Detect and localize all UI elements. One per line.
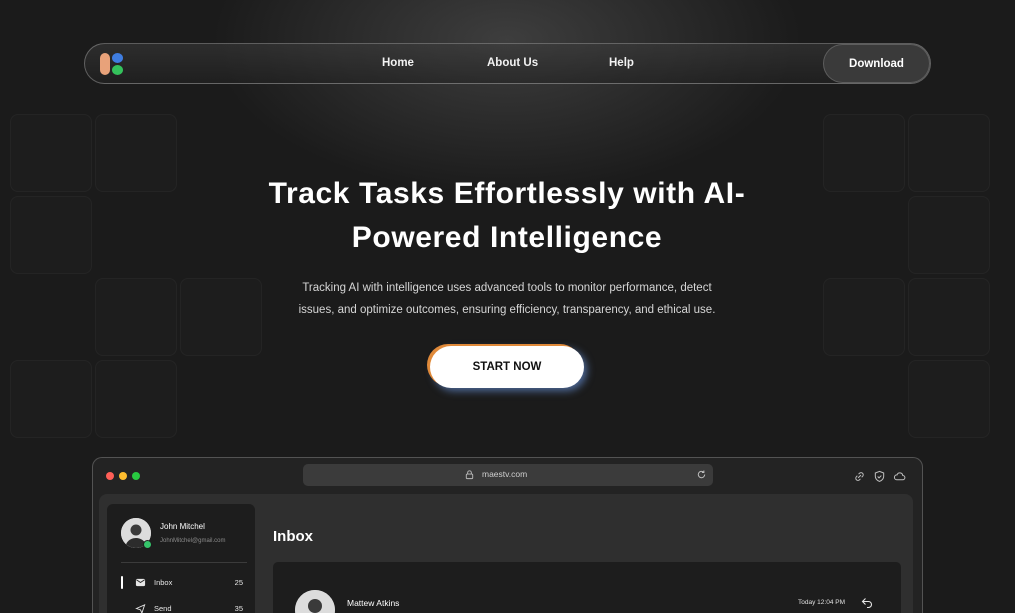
address-bar-url: maestv.com [482,469,528,479]
sidebar-divider [121,562,247,563]
bg-tile [180,278,262,356]
nav-link-about-us[interactable]: About Us [487,57,538,69]
sidebar-item-send[interactable]: Send 35 [121,602,247,613]
user-email: JohnMitchel@gmail.com [160,538,226,544]
link-icon[interactable] [853,470,866,483]
sidebar-item-label: Send [154,604,172,613]
hero-subtitle-line-2: issues, and optimize outcomes, ensuring … [298,304,716,316]
reload-icon[interactable] [696,469,707,480]
send-icon [135,603,146,613]
sender-avatar [295,590,335,613]
nav-link-help[interactable]: Help [609,57,634,69]
sender-portrait-icon [295,590,335,613]
bg-tile [95,278,177,356]
bg-tile [823,114,905,192]
message-sender: Mattew Atkins [347,598,400,608]
cloud-icon[interactable] [893,470,906,483]
message-time: Today 12:04 PM [798,599,845,606]
sidebar-item-label: Inbox [154,578,173,587]
active-indicator [121,576,123,589]
hero-title-line-1: Track Tasks Effortlessly with AI- [268,177,746,210]
logo-green-dot [112,65,123,75]
hero-title: Track Tasks Effortlessly with AI- Powere… [207,172,807,260]
bg-tile [908,360,990,438]
mail-sidebar: John Mitchel JohnMitchel@gmail.com Inbox… [107,504,255,613]
reply-icon[interactable] [861,597,873,608]
traffic-light-minimize-icon[interactable] [119,472,127,480]
hero-subtitle-line-1: Tracking AI with intelligence uses advan… [302,282,712,294]
bg-tile [10,114,92,192]
lock-icon [465,470,474,480]
user-name: John Mitchel [160,522,205,531]
start-now-button[interactable]: START NOW [430,346,584,388]
bg-tile [908,278,990,356]
traffic-light-close-icon[interactable] [106,472,114,480]
logo-blue-dot [112,53,123,63]
browser-window-mockup: maestv.com John Mitchel JohnMitchel@gmai… [92,457,923,613]
message-list-item[interactable]: Mattew Atkins Today 12:04 PM [273,562,901,613]
bg-tile [908,114,990,192]
bg-tile [823,278,905,356]
download-button[interactable]: Download [823,44,930,83]
mail-app-frame: John Mitchel JohnMitchel@gmail.com Inbox… [99,494,913,613]
bg-tile [10,196,92,274]
hero-title-line-2: Powered Intelligence [351,221,663,254]
inbox-icon [135,578,146,587]
logo[interactable] [100,53,124,75]
inbox-title: Inbox [273,528,313,545]
bg-tile [908,196,990,274]
nav-link-home[interactable]: Home [382,57,414,69]
bg-tile [95,360,177,438]
navbar: Home About Us Help Download [84,43,931,84]
hero-subtitle: Tracking AI with intelligence uses advan… [287,277,727,321]
bg-tile [10,360,92,438]
sidebar-item-count: 25 [234,578,243,587]
logo-bar-shape [100,53,110,75]
bg-tile [95,114,177,192]
traffic-light-maximize-icon[interactable] [132,472,140,480]
online-status-dot [143,540,152,549]
address-bar[interactable]: maestv.com [303,464,713,486]
sidebar-item-inbox[interactable]: Inbox 25 [121,576,247,590]
shield-check-icon[interactable] [873,470,886,483]
sidebar-item-count: 35 [234,604,243,613]
